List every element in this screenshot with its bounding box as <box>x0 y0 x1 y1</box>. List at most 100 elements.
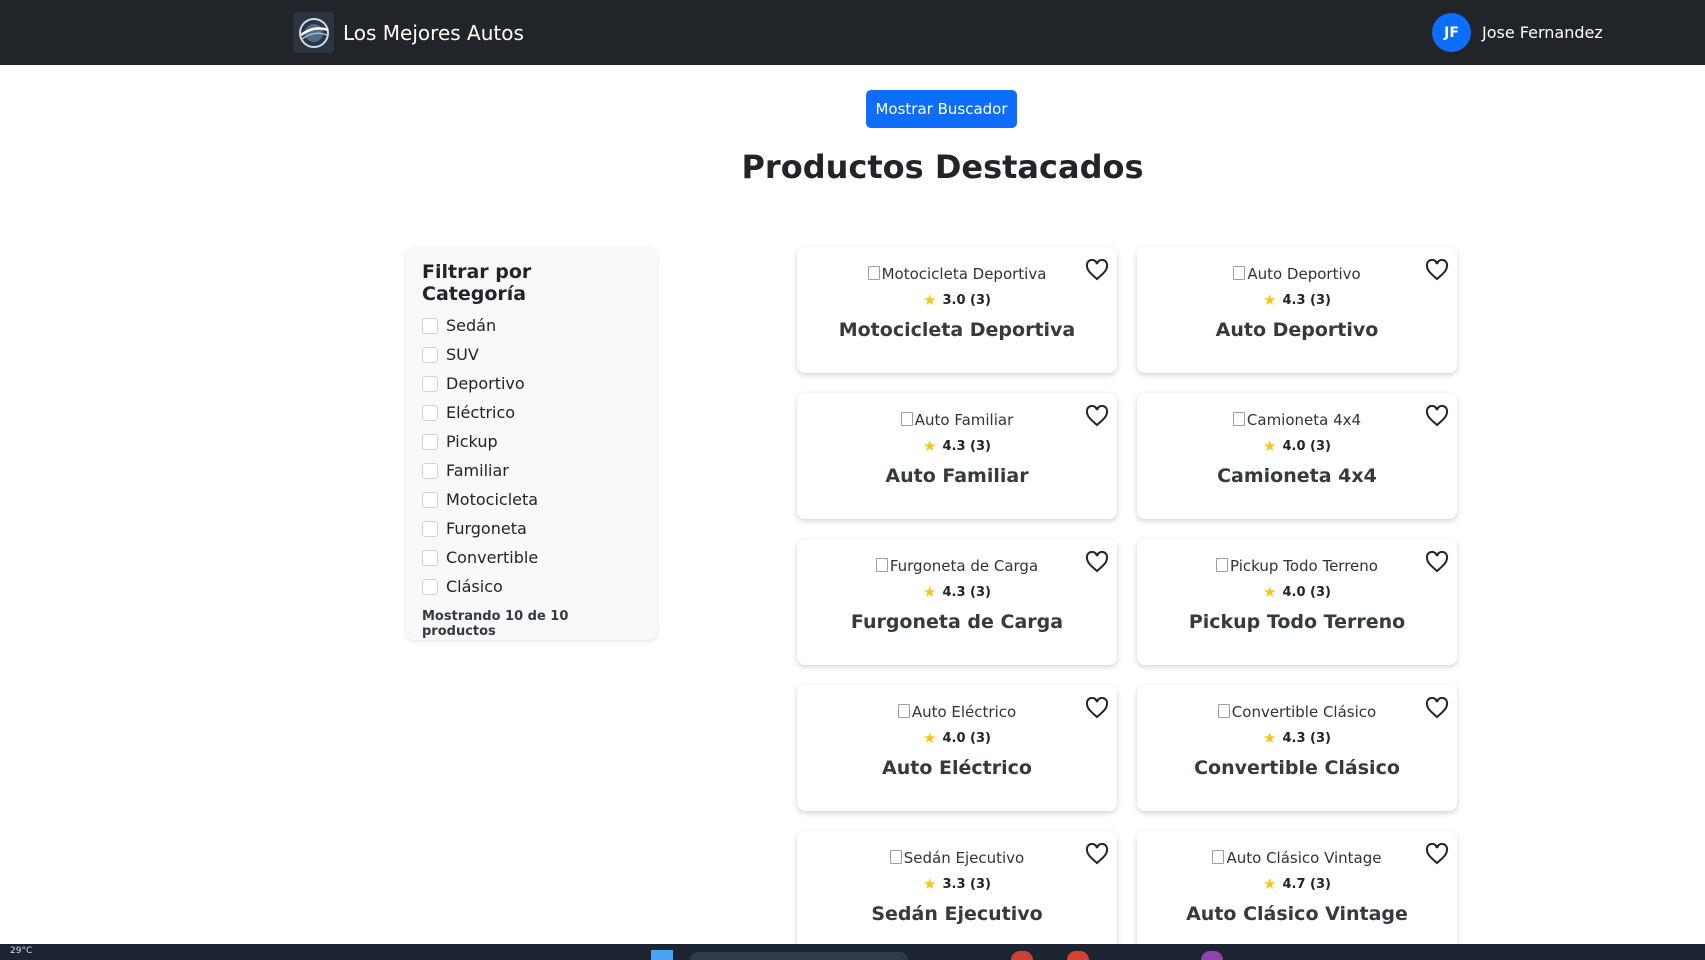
product-name: Sedán Ejecutivo <box>871 903 1043 925</box>
product-rating: ★ 4.3 (3) <box>1137 731 1457 747</box>
product-name: Furgoneta de Carga <box>850 611 1064 633</box>
star-icon: ★ <box>923 875 937 893</box>
star-icon: ★ <box>923 291 937 309</box>
category-option[interactable]: Deportivo <box>422 369 641 398</box>
star-icon: ★ <box>1263 437 1277 455</box>
category-label: Clásico <box>446 577 503 596</box>
top-navbar: Los Mejores Autos JF Jose Fernandez <box>0 0 1705 65</box>
category-option[interactable]: Convertible <box>422 543 641 572</box>
category-checkbox[interactable] <box>422 520 438 537</box>
broken-image-icon <box>1233 266 1246 280</box>
product-rating: ★ 4.0 (3) <box>797 731 1117 747</box>
category-checkbox[interactable] <box>422 404 438 421</box>
product-card[interactable]: Auto Clásico Vintage ★ 4.7 (3) Auto Clásico… <box>1137 831 1457 957</box>
product-card[interactable]: Auto Eléctrico ★ 4.0 (3) Auto Eléctrico <box>797 685 1117 811</box>
category-checkbox[interactable] <box>422 578 438 595</box>
rating-value: 4.3 (3) <box>942 439 991 454</box>
product-image-alt: Sedán Ejecutivo <box>903 849 1025 867</box>
product-card[interactable]: Auto Deportivo ★ 4.3 (3) Auto Deportivo <box>1137 247 1457 373</box>
broken-image-icon <box>900 412 913 426</box>
category-option[interactable]: Sedán <box>422 311 641 340</box>
category-option[interactable]: Furgoneta <box>422 514 641 543</box>
category-list: Sedán SUV Deportivo Eléctrico Pickup Familiar… <box>422 311 641 601</box>
heart-outline-icon[interactable] <box>1425 696 1449 719</box>
category-option[interactable]: Familiar <box>422 456 641 485</box>
product-card[interactable]: Convertible Clásico ★ 4.3 (3) Convertible C… <box>1137 685 1457 811</box>
category-checkbox[interactable] <box>422 317 438 334</box>
heart-outline-icon[interactable] <box>1085 258 1109 281</box>
category-label: Convertible <box>446 548 539 567</box>
category-checkbox[interactable] <box>422 346 438 363</box>
product-name: Auto Familiar <box>885 465 1029 487</box>
category-option[interactable]: Pickup <box>422 427 641 456</box>
app-icon[interactable] <box>1011 951 1033 960</box>
product-rating: ★ 4.3 (3) <box>1137 291 1457 309</box>
product-image-alt: Auto Clásico Vintage <box>1226 849 1382 867</box>
user-menu[interactable]: JF Jose Fernandez <box>1432 13 1603 52</box>
heart-outline-icon[interactable] <box>1085 696 1109 719</box>
taskbar-search[interactable] <box>690 952 908 960</box>
heart-outline-icon[interactable] <box>1085 842 1109 865</box>
heart-outline-icon[interactable] <box>1425 550 1449 573</box>
heart-outline-icon[interactable] <box>1425 404 1449 427</box>
product-rating: ★ 4.7 (3) <box>1137 877 1457 893</box>
rating-value: 4.3 (3) <box>942 585 991 600</box>
heart-outline-icon[interactable] <box>1425 842 1449 865</box>
star-icon: ★ <box>923 583 937 601</box>
product-rating: ★ 4.3 (3) <box>797 439 1117 455</box>
product-grid: Motocicleta Deportiva ★ 3.0 (3) Motocicleta… <box>797 247 1457 957</box>
product-image: Convertible Clásico <box>1137 701 1457 723</box>
category-checkbox[interactable] <box>422 462 438 479</box>
category-option[interactable]: Motocicleta <box>422 485 641 514</box>
broken-image-icon <box>1232 412 1245 426</box>
product-card[interactable]: Furgoneta de Carga ★ 4.3 (3) Furgoneta de C… <box>797 539 1117 665</box>
product-image-alt: Auto Deportivo <box>1247 265 1361 283</box>
show-search-button[interactable]: Mostrar Buscador <box>866 90 1017 128</box>
rating-value: 4.3 (3) <box>1282 293 1331 308</box>
category-label: Deportivo <box>446 374 525 393</box>
product-card[interactable]: Sedán Ejecutivo ★ 3.3 (3) Sedán Ejecutivo <box>797 831 1117 957</box>
product-image-alt: Camioneta 4x4 <box>1246 411 1362 429</box>
product-image-alt: Auto Eléctrico <box>911 703 1017 721</box>
brand-name: Los Mejores Autos <box>343 20 524 45</box>
app-icon[interactable] <box>1201 951 1223 960</box>
os-taskbar: 29°C <box>0 944 1705 960</box>
category-checkbox[interactable] <box>422 375 438 392</box>
product-card[interactable]: Motocicleta Deportiva ★ 3.0 (3) Motocicleta… <box>797 247 1117 373</box>
category-label: Furgoneta <box>446 519 527 538</box>
broken-image-icon <box>875 558 888 572</box>
product-image-alt: Furgoneta de Carga <box>889 557 1039 575</box>
weather-widget[interactable]: 29°C <box>10 946 32 956</box>
category-checkbox[interactable] <box>422 491 438 508</box>
heart-outline-icon[interactable] <box>1085 550 1109 573</box>
app-icon[interactable] <box>1067 951 1089 960</box>
rating-value: 3.3 (3) <box>942 877 991 892</box>
category-checkbox[interactable] <box>422 549 438 566</box>
product-name: Motocicleta Deportiva <box>838 319 1076 341</box>
product-rating: ★ 4.0 (3) <box>1137 437 1457 455</box>
heart-outline-icon[interactable] <box>1425 258 1449 281</box>
product-name: Auto Clásico Vintage <box>1186 903 1408 925</box>
product-image: Auto Familiar <box>797 409 1117 431</box>
category-checkbox[interactable] <box>422 433 438 450</box>
category-option[interactable]: Eléctrico <box>422 398 641 427</box>
heart-outline-icon[interactable] <box>1085 404 1109 427</box>
windows-start-icon[interactable] <box>651 950 673 960</box>
product-rating: ★ 3.3 (3) <box>797 875 1117 893</box>
broken-image-icon <box>1216 558 1229 572</box>
user-name: Jose Fernandez <box>1482 23 1603 42</box>
rating-value: 4.0 (3) <box>942 731 991 746</box>
product-name: Auto Deportivo <box>1215 319 1379 341</box>
product-card[interactable]: Camioneta 4x4 ★ 4.0 (3) Camioneta 4x4 <box>1137 393 1457 519</box>
category-label: Familiar <box>446 461 509 480</box>
star-icon: ★ <box>1263 291 1277 309</box>
product-card[interactable]: Auto Familiar ★ 4.3 (3) Auto Familiar <box>797 393 1117 519</box>
product-card[interactable]: Pickup Todo Terreno ★ 4.0 (3) Pickup Todo T… <box>1137 539 1457 665</box>
broken-image-icon <box>889 850 902 864</box>
star-icon: ★ <box>1263 583 1277 601</box>
category-option[interactable]: Clásico <box>422 572 641 601</box>
product-image: Pickup Todo Terreno <box>1137 555 1457 577</box>
brand-link[interactable]: Los Mejores Autos <box>293 12 524 53</box>
category-option[interactable]: SUV <box>422 340 641 369</box>
product-name: Convertible Clásico <box>1194 757 1400 779</box>
